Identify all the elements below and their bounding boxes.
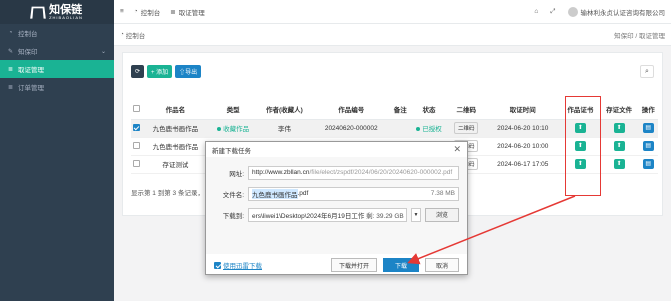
filename-field[interactable]: 九色鹿书画作品 .pdf 7.38 MB bbox=[248, 186, 459, 201]
status-dot-icon bbox=[416, 127, 421, 132]
url-field[interactable]: http://www.zbllan.cn/file/elect/zspdf/20… bbox=[248, 165, 459, 180]
row-checkbox[interactable] bbox=[131, 155, 142, 174]
export-button[interactable]: ⇧导出 bbox=[175, 65, 202, 78]
add-button[interactable]: + 添加 bbox=[147, 65, 173, 78]
search-icon[interactable]: ⌕ bbox=[640, 65, 654, 78]
breadcrumb: ◔ 控制台 知保印 / 取证管理 bbox=[114, 24, 671, 46]
sidebar-item-zhibaoyin[interactable]: ✎ 知保印 ⌄ bbox=[0, 42, 114, 60]
col-file: 存证文件 bbox=[599, 99, 639, 120]
qr-button[interactable]: 二维码 bbox=[453, 122, 479, 134]
brand: 知保链 ZHIBAOLIAN bbox=[0, 0, 114, 24]
filename-label: 文件名: bbox=[222, 191, 244, 199]
col-status: 状态 bbox=[409, 99, 448, 120]
list-icon: ≣ bbox=[170, 8, 176, 16]
dashboard-icon: ◔ bbox=[8, 30, 13, 36]
menu-icon[interactable]: ≡ bbox=[120, 8, 124, 15]
topbar: ≡ ◔ 控制台 ≣ 取证管理 ⌂ ⤢ 输林利永贞认证咨询有限公司 bbox=[114, 0, 671, 24]
tab-evidence[interactable]: ≣ 取证管理 bbox=[170, 7, 204, 17]
download-button[interactable]: 下载 bbox=[383, 258, 419, 272]
row-checkbox[interactable] bbox=[131, 137, 142, 156]
col-note: 备注 bbox=[390, 99, 410, 120]
view-icon[interactable]: ▤ bbox=[642, 123, 654, 133]
file-download-icon[interactable]: ⬆ bbox=[613, 141, 625, 151]
row-checkbox[interactable] bbox=[131, 119, 142, 138]
list-icon: ≣ bbox=[7, 84, 14, 91]
avatar bbox=[567, 6, 578, 17]
col-author: 作者(收藏人) bbox=[256, 99, 312, 120]
col-name: 作品名 bbox=[141, 99, 210, 120]
cancel-button[interactable]: 取消 bbox=[425, 258, 459, 272]
tab-dashboard[interactable]: ◔ 控制台 bbox=[134, 7, 160, 17]
file-size: 7.38 MB bbox=[430, 190, 455, 197]
view-icon[interactable]: ▤ bbox=[642, 141, 654, 151]
sidebar-item-dashboard[interactable]: ◔ 控制台 bbox=[0, 24, 114, 42]
sidebar: 知保链 ZHIBAOLIAN ◔ 控制台 ✎ 知保印 ⌄ ≣ 取证管理 ≣ 订单… bbox=[0, 0, 114, 301]
stamp-icon: ✎ bbox=[7, 48, 14, 55]
breadcrumb-right: 知保印 / 取证管理 bbox=[614, 32, 665, 40]
download-dialog: 新建下载任务 ✕ 网址: http://www.zbllan.cn/file/e… bbox=[205, 141, 468, 275]
logo-icon bbox=[30, 6, 46, 19]
user-menu[interactable]: 输林利永贞认证咨询有限公司 bbox=[567, 6, 666, 17]
brand-name: 知保链 bbox=[49, 3, 83, 16]
file-download-icon[interactable]: ⬆ bbox=[613, 159, 625, 169]
chevron-down-icon[interactable]: ▼ bbox=[411, 207, 421, 222]
chevron-down-icon: ⌄ bbox=[100, 48, 106, 55]
status-dot-icon bbox=[217, 127, 222, 132]
fullscreen-icon[interactable]: ⤢ bbox=[550, 8, 555, 16]
sidebar-item-orders[interactable]: ≣ 订单管理 bbox=[0, 78, 114, 96]
brand-sub: ZHIBAOLIAN bbox=[49, 14, 83, 20]
col-type: 类型 bbox=[209, 99, 257, 120]
sidebar-item-evidence[interactable]: ≣ 取证管理 bbox=[0, 60, 114, 78]
col-time: 取证时间 bbox=[484, 99, 562, 120]
col-code: 作品编号 bbox=[311, 99, 391, 120]
download-to-label: 下载到: bbox=[222, 212, 244, 220]
dialog-header: 新建下载任务 ✕ bbox=[206, 142, 467, 157]
view-icon[interactable]: ▤ bbox=[642, 159, 654, 169]
xunlei-checkbox[interactable]: 使用迅雷下载 bbox=[214, 260, 262, 270]
highlight-box bbox=[565, 96, 601, 196]
download-path-field[interactable]: ers\liwei1\Desktop\2024年6月19日工作 剩: 39.29… bbox=[248, 207, 407, 222]
dialog-footer: 使用迅雷下载 下载并打开 下载 取消 bbox=[206, 254, 467, 276]
company-name: 输林利永贞认证咨询有限公司 bbox=[580, 9, 666, 17]
home-icon[interactable]: ⌂ bbox=[534, 8, 538, 15]
dialog-body: 网址: http://www.zbllan.cn/file/elect/zspd… bbox=[206, 157, 467, 254]
toolbar: ⟳ + 添加 ⇧导出 bbox=[131, 65, 202, 78]
url-label: 网址: bbox=[229, 170, 244, 178]
dashboard-icon: ◔ bbox=[133, 8, 138, 15]
select-all-checkbox[interactable] bbox=[131, 99, 142, 120]
list-icon: ≣ bbox=[7, 66, 14, 73]
page-info: 显示第 1 到第 3 条记录， bbox=[131, 190, 204, 197]
checkbox-icon bbox=[214, 261, 221, 269]
close-icon[interactable]: ✕ bbox=[453, 144, 461, 155]
col-action: 操作 bbox=[638, 99, 658, 120]
file-download-icon[interactable]: ⬆ bbox=[613, 123, 625, 133]
col-qr: 二维码 bbox=[447, 99, 485, 120]
download-open-button[interactable]: 下载并打开 bbox=[331, 258, 377, 272]
refresh-button[interactable]: ⟳ bbox=[131, 65, 144, 78]
breadcrumb-left: 控制台 bbox=[125, 32, 146, 40]
dialog-title: 新建下载任务 bbox=[212, 147, 251, 155]
browse-button[interactable]: 浏览 bbox=[425, 207, 459, 222]
